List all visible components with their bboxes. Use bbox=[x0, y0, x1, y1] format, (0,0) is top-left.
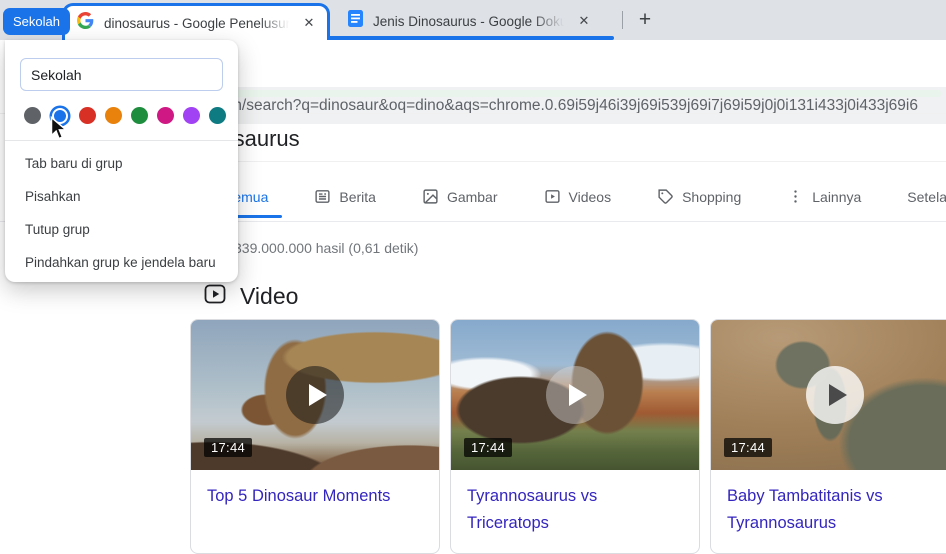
group-menu-item[interactable]: Tutup grup bbox=[5, 213, 238, 246]
tab-separator bbox=[622, 11, 623, 29]
color-swatch-pink[interactable] bbox=[157, 107, 174, 124]
results-tab-label: Shopping bbox=[682, 189, 741, 205]
results-tab-berita[interactable]: Berita bbox=[314, 188, 376, 205]
new-tab-button[interactable]: + bbox=[632, 7, 658, 33]
color-swatch-red[interactable] bbox=[79, 107, 96, 124]
video-section-icon bbox=[203, 282, 227, 311]
play-icon[interactable] bbox=[286, 366, 344, 424]
color-swatch-teal[interactable] bbox=[209, 107, 226, 124]
close-icon[interactable]: ✕ bbox=[299, 13, 319, 33]
results-tab-label: Lainnya bbox=[812, 189, 861, 205]
image-icon bbox=[422, 188, 439, 205]
results-tab-setelan[interactable]: Setelan bbox=[907, 189, 946, 205]
results-tab-videos[interactable]: Videos bbox=[544, 188, 612, 205]
color-swatch-purple[interactable] bbox=[183, 107, 200, 124]
results-tab-shopping[interactable]: Shopping bbox=[657, 188, 741, 205]
video-title-link[interactable]: Baby Tambatitanis vs Tyrannosaurus bbox=[711, 470, 946, 537]
group-menu-item[interactable]: Pindahkan grup ke jendela baru bbox=[5, 246, 238, 279]
results-nav-tabs: SemuaBeritaGambarVideosShoppingLainnyaSe… bbox=[224, 188, 946, 205]
google-g-icon bbox=[77, 12, 94, 34]
video-thumbnail[interactable]: 17:44 bbox=[711, 320, 946, 470]
tag-icon bbox=[657, 188, 674, 205]
news-icon bbox=[314, 188, 331, 205]
results-tab-label: Videos bbox=[569, 189, 612, 205]
results-tab-lainnya[interactable]: Lainnya bbox=[787, 188, 861, 205]
video-title-link[interactable]: Tyrannosaurus vs Triceratops bbox=[451, 470, 699, 537]
video-card[interactable]: 17:44 Top 5 Dinosaur Moments bbox=[190, 319, 440, 554]
video-card[interactable]: 17:44 Tyrannosaurus vs Triceratops bbox=[450, 319, 700, 554]
color-swatch-grey[interactable] bbox=[24, 107, 41, 124]
results-tab-gambar[interactable]: Gambar bbox=[422, 188, 498, 205]
play-icon[interactable] bbox=[546, 366, 604, 424]
play-icon[interactable] bbox=[806, 366, 864, 424]
tab-title: Jenis Dinosaurus - Google Doku bbox=[373, 14, 568, 29]
group-menu: Tab baru di grupPisahkanTutup grupPindah… bbox=[5, 141, 238, 285]
results-tab-label: Berita bbox=[339, 189, 376, 205]
video-cards-row: 17:44 Top 5 Dinosaur Moments 17:44 Tyrannos… bbox=[190, 319, 946, 554]
group-name-input[interactable] bbox=[20, 58, 223, 91]
results-stats: 339.000.000 hasil (0,61 detik) bbox=[234, 240, 418, 256]
mouse-cursor bbox=[50, 116, 69, 148]
tab-jenis-dinosaurus-docs[interactable]: Jenis Dinosaurus - Google Doku ✕ bbox=[334, 4, 602, 38]
video-duration: 17:44 bbox=[464, 438, 512, 457]
tab-dinosaurus-search[interactable]: dinosaurus - Google Penelusuran ✕ bbox=[62, 3, 330, 40]
tab-group-editor-popup: Tab baru di grupPisahkanTutup grupPindah… bbox=[5, 40, 238, 282]
results-tab-label: Setelan bbox=[907, 189, 946, 205]
video-icon bbox=[544, 188, 561, 205]
video-thumbnail[interactable]: 17:44 bbox=[191, 320, 439, 470]
color-swatch-orange[interactable] bbox=[105, 107, 122, 124]
results-tab-label: Gambar bbox=[447, 189, 498, 205]
video-section-header: Video bbox=[203, 282, 298, 311]
tab-strip: dinosaurus - Google Penelusuran ✕ Jenis … bbox=[0, 0, 946, 40]
video-duration: 17:44 bbox=[724, 438, 772, 457]
video-section-title: Video bbox=[240, 283, 298, 310]
group-menu-item[interactable]: Tab baru di grup bbox=[5, 147, 238, 180]
tab-group-label[interactable]: Sekolah bbox=[3, 8, 70, 35]
google-docs-icon bbox=[348, 10, 363, 32]
video-card[interactable]: 17:44 Baby Tambatitanis vs Tyrannosaurus bbox=[710, 319, 946, 554]
video-duration: 17:44 bbox=[204, 438, 252, 457]
group-menu-item[interactable]: Pisahkan bbox=[5, 180, 238, 213]
color-swatch-green[interactable] bbox=[131, 107, 148, 124]
search-box-edge bbox=[228, 161, 946, 162]
more-icon bbox=[787, 188, 804, 205]
close-icon[interactable]: ✕ bbox=[574, 11, 594, 31]
video-title-link[interactable]: Top 5 Dinosaur Moments bbox=[191, 470, 439, 510]
tab-title: dinosaurus - Google Penelusuran bbox=[104, 16, 293, 31]
video-thumbnail[interactable]: 17:44 bbox=[451, 320, 699, 470]
